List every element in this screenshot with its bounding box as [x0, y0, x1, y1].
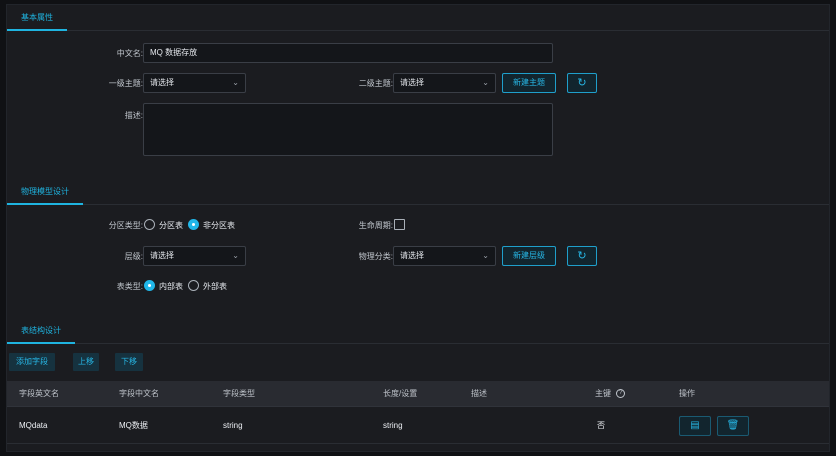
fields-table-header: 字段英文名 字段中文名 字段类型 长度/设置 描述 主键 ? 操作 [7, 381, 829, 407]
help-circle-icon[interactable]: ? [616, 389, 626, 399]
new-subject-button[interactable]: 新建主题 [502, 73, 556, 93]
internal-table-radio[interactable] [144, 280, 155, 291]
edit-icon: ▤ [690, 420, 700, 431]
delete-icon: 🗑 [726, 420, 740, 431]
edit-row-button[interactable]: ▤ [679, 416, 711, 436]
level1-subject-value: 请选择 [150, 78, 174, 87]
col-primary-key: 主键 ? [595, 381, 626, 407]
col-actions: 操作 [679, 389, 695, 398]
cell-cn-name: MQ数据 [119, 421, 148, 430]
delete-row-button[interactable]: 🗑 [717, 416, 749, 436]
move-up-button[interactable]: 上移 [73, 353, 99, 371]
col-description: 描述 [471, 389, 487, 398]
description-textarea[interactable] [143, 103, 553, 156]
basic-tabbar: 基本属性 [7, 5, 829, 31]
main-panel: 基本属性 中文名: MQ 数据存放 一级主题: 请选择 ⌄ 二级主题: 请选择 … [6, 4, 830, 452]
physical-class-label: 物理分类: [358, 252, 393, 261]
lifecycle-label: 生命周期: [358, 221, 393, 230]
chevron-down-icon: ⌄ [232, 78, 239, 87]
col-primary-key-label: 主键 [595, 389, 611, 398]
external-table-radio[interactable] [188, 280, 199, 291]
refresh-icon: ↻ [577, 250, 587, 262]
lifecycle-checkbox[interactable] [394, 219, 405, 230]
chevron-down-icon: ⌄ [482, 78, 489, 87]
refresh-icon: ↻ [577, 77, 587, 89]
level1-subject-select[interactable]: 请选择 ⌄ [143, 73, 246, 93]
level2-subject-label: 二级主题: [358, 79, 393, 88]
move-down-button[interactable]: 下移 [115, 353, 143, 371]
external-table-label: 外部表 [203, 282, 227, 291]
physical-class-value: 请选择 [400, 251, 424, 260]
refresh-layer-button[interactable]: ↻ [567, 246, 597, 266]
tab-table-structure[interactable]: 表结构设计 [7, 318, 75, 344]
col-en-name: 字段英文名 [19, 389, 59, 398]
col-length: 长度/设置 [383, 389, 418, 398]
table-type-label: 表类型: [116, 282, 143, 291]
cell-type: string [223, 421, 243, 430]
tab-physical-model[interactable]: 物理模型设计 [7, 179, 83, 205]
level1-subject-label: 一级主题: [108, 79, 143, 88]
chevron-down-icon: ⌄ [232, 251, 239, 260]
level2-subject-value: 请选择 [400, 78, 424, 87]
add-field-button[interactable]: 添加字段 [9, 353, 55, 371]
refresh-subject-button[interactable]: ↻ [567, 73, 597, 93]
physical-tabbar: 物理模型设计 [7, 179, 829, 205]
col-type: 字段类型 [223, 389, 255, 398]
new-layer-button[interactable]: 新建层级 [502, 246, 556, 266]
partition-table-label: 分区表 [159, 221, 183, 230]
non-partition-table-radio[interactable] [188, 219, 199, 230]
partition-table-radio[interactable] [144, 219, 155, 230]
cell-primary-key: 否 [597, 421, 605, 430]
layer-select[interactable]: 请选择 ⌄ [143, 246, 246, 266]
internal-table-label: 内部表 [159, 282, 183, 291]
description-label: 描述: [124, 111, 143, 120]
cell-en-name: MQdata [19, 421, 48, 430]
table-row: MQdata MQ数据 string string 否 ▤ 🗑 [7, 408, 829, 444]
chevron-down-icon: ⌄ [482, 251, 489, 260]
structure-tabbar: 表结构设计 [7, 318, 829, 344]
cell-length: string [383, 421, 403, 430]
tab-basic-attributes[interactable]: 基本属性 [7, 5, 67, 31]
cn-name-input[interactable]: MQ 数据存放 [143, 43, 553, 63]
level2-subject-select[interactable]: 请选择 ⌄ [393, 73, 496, 93]
partition-type-label: 分区类型: [108, 221, 143, 230]
layer-label: 层级: [124, 252, 143, 261]
non-partition-table-label: 非分区表 [203, 221, 235, 230]
physical-class-select[interactable]: 请选择 ⌄ [393, 246, 496, 266]
col-cn-name: 字段中文名 [119, 389, 159, 398]
layer-value: 请选择 [150, 251, 174, 260]
cn-name-label: 中文名: [116, 49, 143, 58]
